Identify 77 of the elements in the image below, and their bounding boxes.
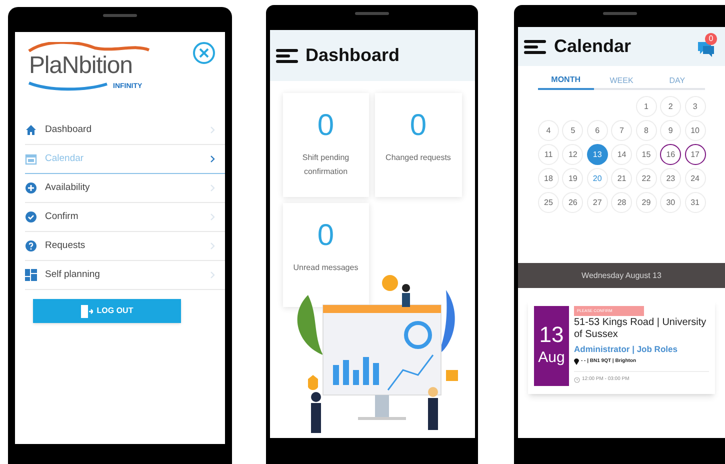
calendar-day[interactable]: 30 [660, 192, 682, 213]
calendar-day[interactable]: 24 [684, 168, 706, 189]
calendar-day[interactable]: 31 [684, 192, 706, 213]
calendar-day[interactable]: 29 [636, 192, 657, 213]
event-month: Aug [538, 349, 565, 368]
calendar-day[interactable]: 15 [636, 144, 657, 165]
calendar-day[interactable]: 25 [538, 192, 559, 213]
calendar-day[interactable]: 16 [660, 144, 682, 165]
calendar-day[interactable]: 19 [562, 168, 584, 189]
menu-icon[interactable] [524, 40, 546, 54]
day-header: Wednesday August 13 [518, 263, 725, 288]
calendar-day[interactable]: 7 [611, 120, 632, 141]
phone-speaker [355, 12, 389, 15]
logo-text: PlaNbition [29, 54, 132, 78]
home-icon [25, 124, 37, 136]
calendar-day[interactable]: 1 [636, 96, 657, 117]
calendar-day[interactable]: 28 [611, 192, 632, 213]
check-circle-icon [25, 211, 37, 223]
calendar-day[interactable]: 20 [586, 168, 608, 189]
calendar-day[interactable]: 9 [660, 120, 682, 141]
calendar-day[interactable]: 22 [636, 168, 657, 189]
stat-value: 0 [317, 221, 334, 251]
close-icon [199, 48, 209, 58]
stat-value: 0 [410, 111, 427, 141]
stat-card[interactable]: 0 Shift pending confirmation [282, 93, 369, 197]
chevron-right-icon [210, 242, 215, 250]
stat-label: Shift pending confirmation [301, 152, 350, 178]
stat-card[interactable]: 0 Unread messages [282, 203, 369, 307]
calendar-day[interactable]: 4 [538, 120, 559, 141]
chevron-right-icon [210, 271, 215, 279]
close-button[interactable] [193, 42, 215, 64]
calendar-day[interactable]: 2 [660, 96, 682, 117]
calendar-day[interactable]: 3 [684, 96, 706, 117]
calendar-day[interactable]: 6 [586, 120, 608, 141]
event-title: 51-53 Kings Road | University of Sussex [574, 317, 708, 341]
event-role: Administrator | Job Roles [574, 343, 678, 356]
calendar-day[interactable]: 17 [684, 144, 706, 165]
chevron-right-icon [210, 155, 215, 163]
calendar-icon [25, 153, 37, 165]
menu-item[interactable]: Self planning [25, 261, 225, 290]
stat-label: Unread messages [292, 262, 359, 274]
calendar-day[interactable]: 14 [611, 144, 632, 165]
view-tab[interactable]: MONTH [538, 72, 594, 90]
phone-speaker [602, 12, 636, 15]
menu-item[interactable]: Availability [25, 174, 225, 203]
menu-icon[interactable] [276, 48, 298, 62]
calendar-day[interactable]: 26 [562, 192, 584, 213]
calendar-day[interactable]: 27 [586, 192, 608, 213]
exit-door-icon [80, 304, 93, 318]
clock-icon [574, 377, 580, 383]
plus-circle-icon [25, 182, 37, 194]
menu-item[interactable]: Confirm [25, 203, 225, 232]
calendar-day[interactable]: 5 [562, 120, 584, 141]
screen-title: Dashboard [306, 44, 400, 67]
calendar-day[interactable]: 8 [636, 120, 657, 141]
screen-title: Calendar [554, 35, 632, 58]
calendar-day[interactable]: 18 [538, 168, 559, 189]
phone-speaker [103, 14, 137, 17]
chevron-right-icon [210, 126, 215, 134]
menu-item[interactable]: Dashboard [25, 116, 225, 145]
stat-card[interactable]: 0 Changed requests [375, 93, 462, 197]
menu-item[interactable]: Requests [25, 232, 225, 261]
event-day: 13 [539, 324, 564, 346]
calendar-day[interactable]: 21 [611, 168, 632, 189]
map-pin-icon [574, 358, 579, 365]
calendar-day[interactable]: 13 [586, 144, 608, 165]
calendar-day[interactable]: 23 [660, 168, 682, 189]
notification-badge: 0 [705, 32, 717, 44]
chevron-right-icon [210, 213, 215, 221]
calendar-day[interactable]: 10 [684, 120, 706, 141]
question-circle-icon [25, 240, 37, 252]
stat-label: Changed requests [385, 152, 452, 164]
calendar-day[interactable]: 12 [562, 144, 584, 165]
stat-value: 0 [317, 111, 334, 141]
grid-tiles-icon [25, 269, 37, 281]
chevron-right-icon [210, 184, 215, 192]
calendar-day[interactable]: 11 [538, 144, 559, 165]
